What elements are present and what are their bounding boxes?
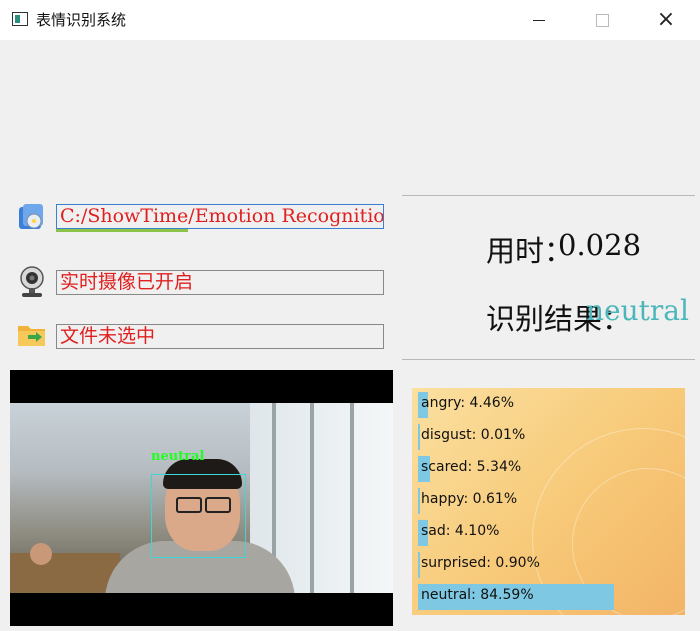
emotion-row-scared: scared: 5.34% <box>412 452 685 484</box>
close-button[interactable]: × <box>643 0 689 40</box>
emotion-label-sad: sad: 4.10% <box>421 523 500 539</box>
minimize-button[interactable] <box>516 0 562 40</box>
emotion-bar-surprised <box>418 552 421 578</box>
file-status-field[interactable]: 文件未选中 <box>56 324 384 349</box>
maximize-icon <box>595 13 609 27</box>
model-path-field[interactable]: C:/ShowTime/Emotion Recognition <box>56 204 384 229</box>
camera-view: neutral <box>10 370 393 626</box>
result-value: neutral <box>586 294 689 327</box>
emotion-label-disgust: disgust: 0.01% <box>421 427 526 443</box>
face-detection-box <box>151 474 246 558</box>
emotion-row-neutral: neutral: 84.59% <box>412 580 685 612</box>
emotion-bar-disgust <box>418 424 420 450</box>
webcam-icon[interactable] <box>16 265 48 297</box>
window-frame <box>350 403 354 593</box>
emotion-label-surprised: surprised: 0.90% <box>421 555 540 571</box>
maximize-button[interactable] <box>579 0 625 40</box>
desk <box>10 553 120 593</box>
window-frame <box>310 403 314 593</box>
camera-frame: neutral <box>10 403 393 593</box>
face-emotion-label: neutral <box>151 449 205 464</box>
close-icon: × <box>656 7 676 32</box>
divider-bottom <box>402 359 695 360</box>
emotion-label-scared: scared: 5.34% <box>421 459 522 475</box>
app-icon <box>12 12 28 26</box>
minimize-icon <box>533 19 545 21</box>
emotion-label-neutral: neutral: 84.59% <box>421 587 534 603</box>
emotion-probability-chart: angry: 4.46% disgust: 0.01% scared: 5.34% h… <box>412 388 685 615</box>
emotion-label-angry: angry: 4.46% <box>421 395 515 411</box>
background-person <box>30 543 52 565</box>
model-folder-icon[interactable] <box>16 201 48 233</box>
emotion-row-surprised: surprised: 0.90% <box>412 548 685 580</box>
open-file-folder-icon[interactable] <box>16 318 48 350</box>
camera-status-field[interactable]: 实时摄像已开启 <box>56 270 384 295</box>
emotion-label-happy: happy: 0.61% <box>421 491 518 507</box>
window-title: 表情识别系统 <box>36 11 127 29</box>
emotion-row-sad: sad: 4.10% <box>412 516 685 548</box>
emotion-row-happy: happy: 0.61% <box>412 484 685 516</box>
emotion-row-disgust: disgust: 0.01% <box>412 420 685 452</box>
time-value: 0.028 <box>558 228 642 262</box>
emotion-row-angry: angry: 4.46% <box>412 388 685 420</box>
path-progress-underline <box>56 229 188 232</box>
title-bar: 表情识别系统 × <box>0 0 700 40</box>
divider-top <box>402 195 695 196</box>
emotion-bar-happy <box>418 488 420 514</box>
